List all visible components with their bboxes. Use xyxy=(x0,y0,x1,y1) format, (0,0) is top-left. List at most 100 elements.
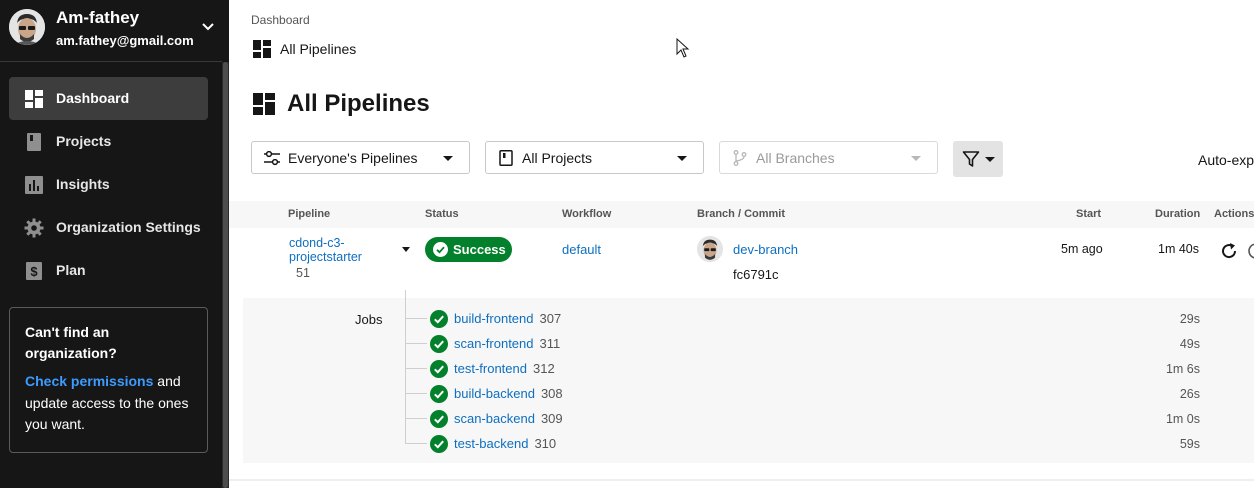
user-email: am.fathey@gmail.com xyxy=(56,33,194,48)
sidebar-divider xyxy=(0,61,222,62)
job-name: build-frontend xyxy=(454,311,534,326)
branches-select-value: All Branches xyxy=(756,150,835,166)
status-label: Success xyxy=(453,242,506,257)
check-circle-icon xyxy=(430,360,448,378)
start-time: 5m ago xyxy=(1061,242,1103,256)
job-duration: 1m 0s xyxy=(1165,412,1200,426)
table-bottom-divider xyxy=(229,479,1254,481)
job-duration: 49s xyxy=(1179,337,1200,351)
status-badge[interactable]: Success xyxy=(425,237,512,262)
job-duration: 59s xyxy=(1179,437,1200,451)
book-icon xyxy=(27,133,41,151)
check-circle-icon xyxy=(430,310,448,328)
projects-select[interactable]: All Projects xyxy=(485,141,704,174)
job-duration: 1m 6s xyxy=(1165,362,1200,376)
sidebar-item-plan[interactable]: $ Plan xyxy=(9,249,208,292)
pipelines-select[interactable]: Everyone's Pipelines xyxy=(251,141,470,174)
pipeline-number[interactable]: 51 xyxy=(296,266,310,280)
job-link[interactable]: scan-backend 309 xyxy=(454,411,563,426)
job-link[interactable]: build-frontend 307 xyxy=(454,311,561,326)
dashboard-icon xyxy=(25,90,43,108)
caret-down-icon xyxy=(677,156,687,161)
workflow-link[interactable]: default xyxy=(562,242,601,257)
sidebar-item-dashboard[interactable]: Dashboard xyxy=(9,77,208,120)
breadcrumb[interactable]: Dashboard xyxy=(251,13,310,27)
jobs-tree-branch xyxy=(405,393,427,394)
column-pipeline: Pipeline xyxy=(288,208,331,220)
column-actions: Actions xyxy=(1214,208,1254,220)
jobs-tree-branch xyxy=(405,368,427,369)
projects-select-value: All Projects xyxy=(522,150,593,166)
sidebar-scrollbar-thumb[interactable] xyxy=(223,62,228,488)
help-title: Can't find an organization? xyxy=(25,324,117,361)
chart-icon xyxy=(25,176,43,194)
sidebar: Am-fathey am.fathey@gmail.com Dashboard … xyxy=(0,0,229,488)
sidebar-item-label: Plan xyxy=(56,262,86,278)
job-name: build-backend xyxy=(454,386,535,401)
help-box: Can't find an organization? Check permis… xyxy=(9,307,208,453)
column-branch-commit: Branch / Commit xyxy=(697,208,786,220)
job-link[interactable]: scan-frontend 311 xyxy=(454,336,560,351)
job-name: scan-frontend xyxy=(454,336,534,351)
jobs-tree-branch xyxy=(405,443,427,444)
job-link[interactable]: build-backend 308 xyxy=(454,386,563,401)
job-number: 312 xyxy=(533,361,555,376)
check-circle-icon xyxy=(430,410,448,428)
dashboard-icon xyxy=(253,93,275,115)
caret-down-icon xyxy=(911,156,921,161)
gear-icon xyxy=(24,218,44,238)
sidebar-item-organization-settings[interactable]: Organization Settings xyxy=(9,206,208,249)
cancel-workflow-icon[interactable] xyxy=(1246,241,1254,261)
help-body: Check permissions and update access to t… xyxy=(25,371,192,436)
chevron-down-icon[interactable] xyxy=(199,17,217,35)
commit-hash[interactable]: fc6791c xyxy=(733,267,779,282)
pipeline-link[interactable]: cdond-c3- projectstarter xyxy=(289,236,362,264)
job-number: 311 xyxy=(539,336,561,351)
jobs-tree-line xyxy=(405,290,406,444)
sidebar-item-insights[interactable]: Insights xyxy=(9,163,208,206)
sidebar-item-label: Projects xyxy=(56,133,112,149)
jobs-label: Jobs xyxy=(355,312,383,327)
svg-text:$: $ xyxy=(30,264,38,279)
branch-link[interactable]: dev-branch xyxy=(733,242,798,257)
branch-icon xyxy=(733,150,747,166)
breadcrumb-current-label: All Pipelines xyxy=(280,41,357,57)
check-permissions-link[interactable]: Check permissions xyxy=(25,373,153,389)
filter-button[interactable] xyxy=(953,141,1003,177)
job-number: 310 xyxy=(534,436,557,451)
sidebar-item-projects[interactable]: Projects xyxy=(9,120,208,163)
column-duration: Duration xyxy=(1155,208,1201,220)
expand-caret-icon[interactable] xyxy=(402,247,410,252)
sliders-icon xyxy=(264,150,280,166)
rerun-icon[interactable] xyxy=(1219,241,1239,261)
filter-icon xyxy=(962,151,980,167)
check-circle-icon xyxy=(430,435,448,453)
jobs-tree-branch xyxy=(405,318,427,319)
sidebar-item-label: Organization Settings xyxy=(56,219,201,235)
jobs-tree-branch xyxy=(405,343,427,344)
job-name: scan-backend xyxy=(454,411,535,426)
check-circle-icon xyxy=(433,242,448,257)
jobs-panel xyxy=(243,298,1254,463)
job-link[interactable]: test-frontend 312 xyxy=(454,361,555,376)
caret-down-icon xyxy=(985,157,995,162)
user-menu[interactable]: Am-fathey am.fathey@gmail.com xyxy=(0,0,229,58)
column-start: Start xyxy=(1076,208,1102,220)
job-link[interactable]: test-backend 310 xyxy=(454,436,556,451)
dashboard-icon xyxy=(253,40,271,58)
column-status: Status xyxy=(425,208,459,220)
auto-expand-toggle-label[interactable]: Auto-exp xyxy=(1198,152,1254,168)
job-duration: 26s xyxy=(1179,387,1200,401)
job-duration: 29s xyxy=(1179,312,1200,326)
pipeline-name-line1: cdond-c3- xyxy=(289,236,345,250)
job-name: test-frontend xyxy=(454,361,527,376)
commit-author-avatar xyxy=(697,236,723,262)
user-name: Am-fathey xyxy=(56,8,140,27)
job-number: 307 xyxy=(539,311,562,326)
duration: 1m 40s xyxy=(1158,242,1199,256)
book-icon xyxy=(499,150,513,166)
branches-select[interactable]: All Branches xyxy=(719,141,938,174)
page-title: All Pipelines xyxy=(287,90,430,117)
caret-down-icon xyxy=(443,156,453,161)
sidebar-item-label: Dashboard xyxy=(56,90,130,106)
